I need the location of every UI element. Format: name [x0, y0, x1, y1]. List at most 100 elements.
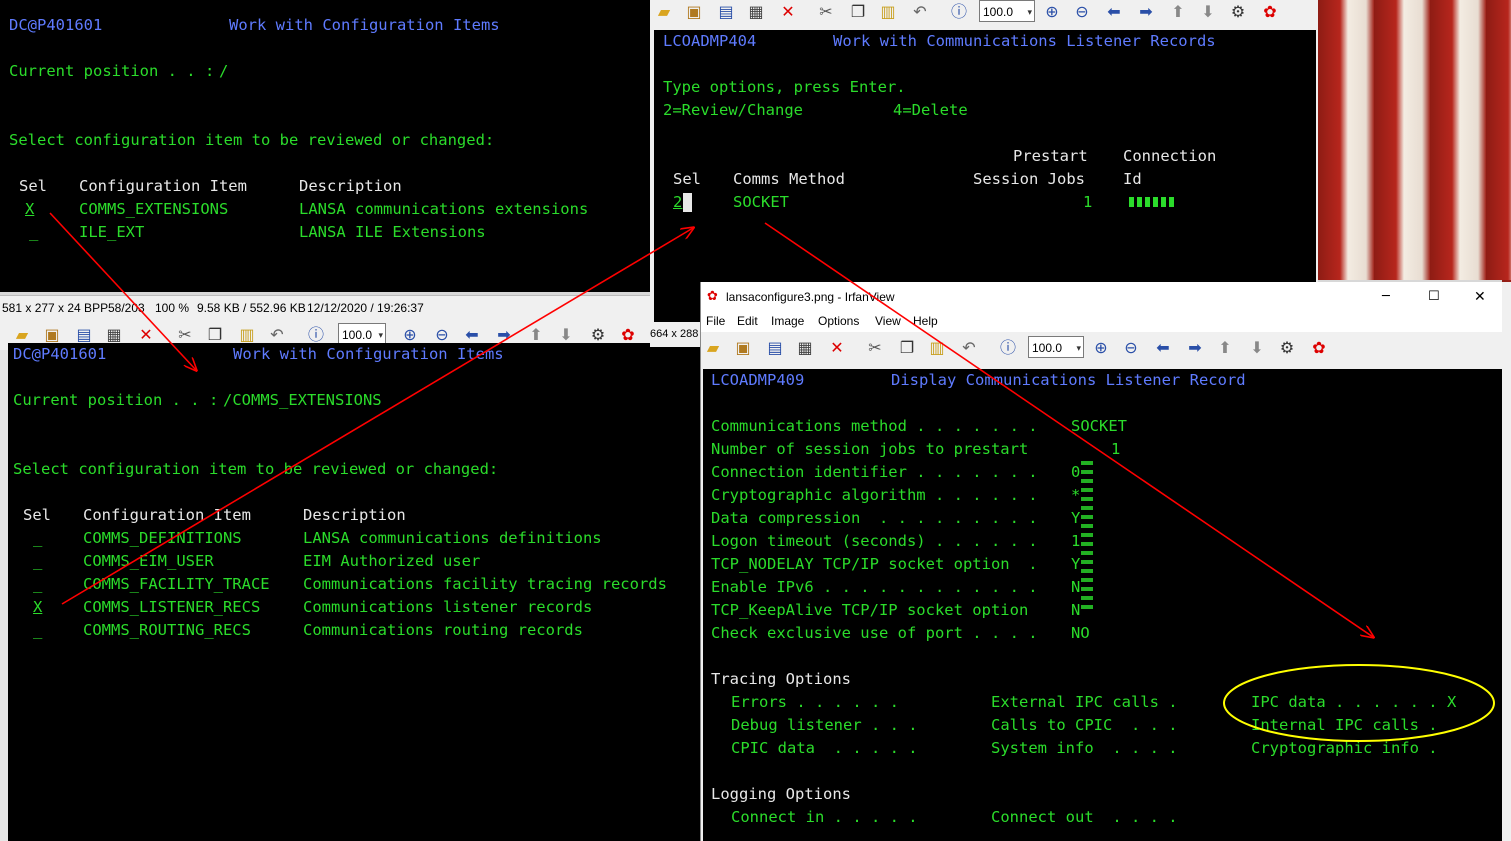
next-arrow-icon[interactable]: ➡: [1185, 338, 1205, 358]
save-icon[interactable]: ▤: [74, 325, 94, 345]
row-sel-input[interactable]: X: [25, 198, 34, 221]
copy-icon[interactable]: ❐: [848, 2, 868, 22]
close-icon[interactable]: ✕: [1474, 282, 1486, 312]
copy-icon[interactable]: ❐: [897, 338, 917, 358]
irfanview-icon[interactable]: ✿: [618, 325, 638, 345]
delete-icon[interactable]: ✕: [778, 2, 798, 22]
row-sel-input[interactable]: _: [33, 619, 42, 642]
row-sel-input[interactable]: _: [33, 573, 42, 596]
slideshow-icon[interactable]: ▣: [733, 338, 753, 358]
page-last-icon[interactable]: ⬇: [1247, 338, 1267, 358]
zoom-out-icon[interactable]: ⊖: [1072, 2, 1092, 22]
info-icon[interactable]: ⓘ: [306, 325, 326, 345]
paste-icon[interactable]: ▥: [878, 2, 898, 22]
toolbar-3: ▰ ▣ ▤ ▦ ✕ ✂ ❐ ▥ ↶ ⓘ 100.0 ▾ ⊕ ⊖ ⬅ ➡ ⬆ ⬇ ⚙…: [650, 0, 1318, 25]
text-cursor: [683, 193, 692, 212]
status-bar-1: 581 x 277 x 24 BPP 58/203 100 % 9.58 KB …: [0, 295, 650, 321]
irfanview-icon[interactable]: ✿: [1309, 338, 1329, 358]
row-sel-input[interactable]: X: [33, 596, 42, 619]
open-folder-icon[interactable]: ▰: [12, 325, 32, 345]
undo-icon[interactable]: ↶: [267, 325, 287, 345]
instruction: Select configuration item to be reviewed…: [9, 131, 495, 149]
slideshow-icon[interactable]: ▣: [684, 2, 704, 22]
menu-file[interactable]: File: [706, 310, 725, 332]
zoom-out-icon[interactable]: ⊖: [1121, 338, 1141, 358]
row-sel-input[interactable]: _: [33, 527, 42, 550]
delete-icon[interactable]: ✕: [827, 338, 847, 358]
tracing-option: IPC data . . . . . . X: [1251, 693, 1457, 711]
row-sel-input[interactable]: 2: [673, 191, 682, 214]
save-icon[interactable]: ▤: [765, 338, 785, 358]
page-last-icon[interactable]: ⬇: [1198, 2, 1218, 22]
header-sel: Sel: [19, 177, 47, 195]
menu-options[interactable]: Options: [818, 310, 859, 332]
page-first-icon[interactable]: ⬆: [526, 325, 546, 345]
print-icon[interactable]: ▦: [746, 2, 766, 22]
screen-title: Display Communications Listener Record: [891, 371, 1246, 389]
info-icon[interactable]: ⓘ: [949, 2, 969, 22]
page-last-icon[interactable]: ⬇: [556, 325, 576, 345]
open-folder-icon[interactable]: ▰: [654, 2, 674, 22]
instruction: Type options, press Enter.: [663, 78, 906, 96]
screen-title: Work with Configuration Items: [233, 345, 504, 363]
status-dimensions: 581 x 277 x 24 BPP: [2, 301, 109, 315]
row-item: COMMS_DEFINITIONS: [83, 529, 242, 547]
menu-help[interactable]: Help: [913, 310, 938, 332]
next-arrow-icon[interactable]: ➡: [494, 325, 514, 345]
row-desc: LANSA communications definitions: [303, 529, 602, 547]
minimize-icon[interactable]: ─: [1382, 282, 1390, 312]
page-first-icon[interactable]: ⬆: [1168, 2, 1188, 22]
terminal-screen-3: LCOADMP404 Work with Communications List…: [654, 30, 1316, 322]
undo-icon[interactable]: ↶: [910, 2, 930, 22]
row-sel-input[interactable]: _: [29, 221, 38, 244]
zoom-select[interactable]: 100.0 ▾: [338, 323, 386, 345]
header-prestart: Prestart: [1013, 147, 1088, 165]
row-sel-input[interactable]: _: [33, 550, 42, 573]
field-label: Connection identifier . . . . . . .: [711, 463, 1038, 481]
menu-image[interactable]: Image: [771, 310, 804, 332]
row-method: SOCKET: [733, 193, 789, 211]
next-arrow-icon[interactable]: ➡: [1136, 2, 1156, 22]
slideshow-icon[interactable]: ▣: [42, 325, 62, 345]
cut-icon[interactable]: ✂: [175, 325, 195, 345]
program-id: DC@P401601: [13, 345, 107, 363]
paste-icon[interactable]: ▥: [927, 338, 947, 358]
zoom-select[interactable]: 100.0 ▾: [979, 0, 1035, 22]
print-icon[interactable]: ▦: [795, 338, 815, 358]
row-item: COMMS_LISTENER_RECS: [83, 598, 261, 616]
zoom-in-icon[interactable]: ⊕: [1091, 338, 1111, 358]
field-value: 1: [1111, 440, 1121, 458]
paste-icon[interactable]: ▥: [237, 325, 257, 345]
logging-option: Connect in . . . . .: [731, 808, 918, 826]
print-icon[interactable]: ▦: [104, 325, 124, 345]
cut-icon[interactable]: ✂: [865, 338, 885, 358]
row-desc: Communications routing records: [303, 621, 583, 639]
previous-arrow-icon[interactable]: ⬅: [1153, 338, 1173, 358]
zoom-select[interactable]: 100.0 ▾: [1028, 336, 1084, 358]
delete-icon[interactable]: ✕: [136, 325, 156, 345]
zoom-out-icon[interactable]: ⊖: [432, 325, 452, 345]
zoom-in-icon[interactable]: ⊕: [1042, 2, 1062, 22]
settings-icon[interactable]: ⚙: [1228, 2, 1248, 22]
settings-icon[interactable]: ⚙: [588, 325, 608, 345]
undo-icon[interactable]: ↶: [959, 338, 979, 358]
header-connection: Connection: [1123, 147, 1217, 165]
cut-icon[interactable]: ✂: [816, 2, 836, 22]
tracing-option: Debug listener . . .: [731, 716, 918, 734]
settings-icon[interactable]: ⚙: [1277, 338, 1297, 358]
option-change: 2=Review/Change: [663, 101, 803, 119]
menu-edit[interactable]: Edit: [737, 310, 758, 332]
toolbar-4: ▰ ▣ ▤ ▦ ✕ ✂ ❐ ▥ ↶ ⓘ 100.0 ▾ ⊕ ⊖ ⬅ ➡ ⬆ ⬇ ⚙…: [701, 333, 1502, 363]
maximize-icon[interactable]: ☐: [1428, 282, 1440, 312]
previous-arrow-icon[interactable]: ⬅: [462, 325, 482, 345]
page-first-icon[interactable]: ⬆: [1215, 338, 1235, 358]
menu-view[interactable]: View: [875, 310, 901, 332]
row-item: COMMS_EXTENSIONS: [79, 200, 229, 218]
copy-icon[interactable]: ❐: [205, 325, 225, 345]
save-icon[interactable]: ▤: [716, 2, 736, 22]
previous-arrow-icon[interactable]: ⬅: [1104, 2, 1124, 22]
zoom-in-icon[interactable]: ⊕: [400, 325, 420, 345]
open-folder-icon[interactable]: ▰: [703, 338, 723, 358]
irfanview-icon[interactable]: ✿: [1260, 2, 1280, 22]
info-icon[interactable]: ⓘ: [998, 338, 1018, 358]
